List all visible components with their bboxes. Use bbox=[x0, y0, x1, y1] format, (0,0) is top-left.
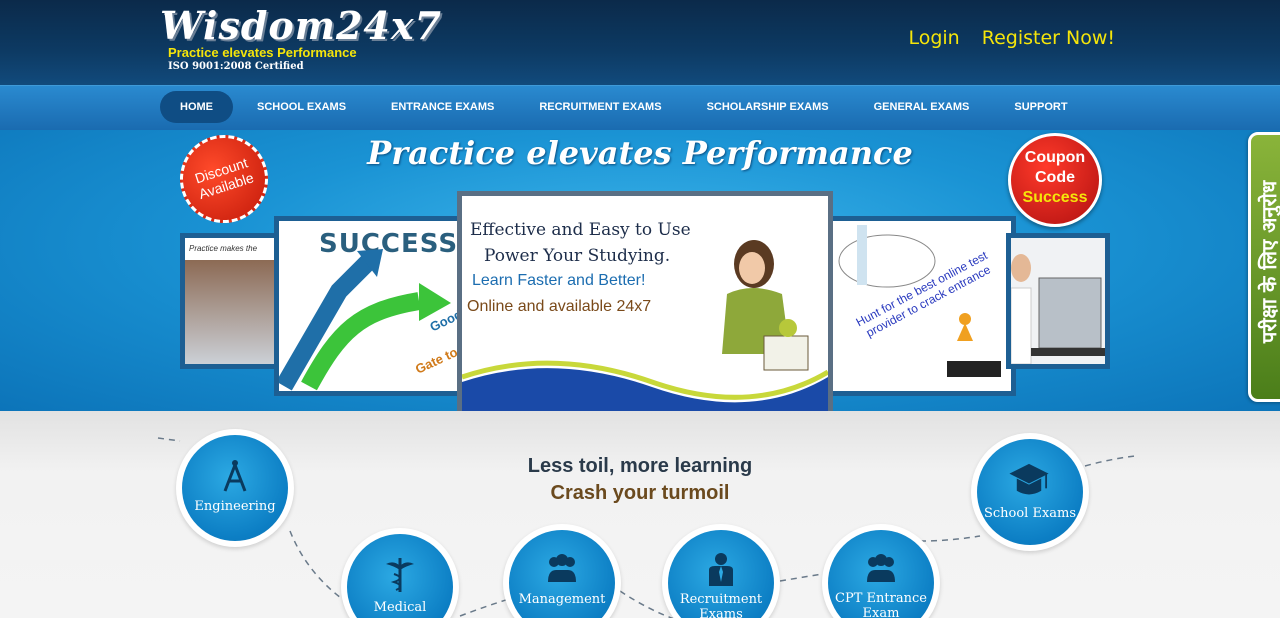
compass-icon bbox=[223, 460, 247, 492]
slide3-line2: Power Your Studying. bbox=[484, 246, 671, 266]
nav-item-scholarship-exams[interactable]: SCHOLARSHIP EXAMS bbox=[686, 91, 850, 123]
category-medical-disc: Medical bbox=[347, 534, 453, 618]
category-recruitment-label: Recruitment Exams bbox=[679, 592, 763, 618]
doctor-laptop-image bbox=[1011, 238, 1105, 364]
categories-section: Less toil, more learning Crash your turm… bbox=[0, 411, 1280, 618]
coupon-line3: Success bbox=[1022, 189, 1088, 206]
people-group-icon bbox=[548, 554, 576, 582]
slide3-line4: Online and available 24x7 bbox=[467, 298, 652, 315]
category-recruitment-disc: Recruitment Exams bbox=[668, 530, 774, 618]
category-school-disc: School Exams bbox=[977, 439, 1083, 545]
wave-graphic bbox=[462, 360, 828, 411]
category-engineering[interactable]: Engineering bbox=[176, 429, 294, 547]
slide3-line1: Effective and Easy to Use bbox=[470, 220, 691, 240]
category-medical-label: Medical bbox=[373, 600, 427, 615]
caduceus-icon bbox=[386, 558, 414, 592]
logo-brand: Wisdom24x7 bbox=[160, 3, 442, 48]
category-cpt-label: CPT Entrance Exam bbox=[835, 591, 927, 618]
logo-certification: ISO 9001:2008 Certified bbox=[168, 61, 304, 72]
nav-item-school-exams[interactable]: SCHOOL EXAMS bbox=[236, 91, 367, 123]
category-engineering-label: Engineering bbox=[194, 499, 276, 514]
exam-request-tab[interactable]: परीक्षा के लिए अनुरोध bbox=[1248, 132, 1280, 402]
exam-request-label: परीक्षा के लिए अनुरोध bbox=[1257, 180, 1280, 344]
site-header: Wisdom24x7 Practice elevates Performance… bbox=[0, 0, 1280, 85]
category-school-label: School Exams bbox=[983, 506, 1077, 521]
logo-tagline: Practice elevates Performance bbox=[168, 45, 357, 60]
nav-item-general-exams[interactable]: GENERAL EXAMS bbox=[853, 91, 991, 123]
register-link[interactable]: Register Now! bbox=[982, 27, 1115, 49]
carousel-slide-3[interactable]: Effective and Easy to Use Power Your Stu… bbox=[457, 191, 833, 411]
carousel-slide-2[interactable]: SUCCESS Good Gate to bbox=[274, 216, 464, 396]
main-nav: HOME SCHOOL EXAMS ENTRANCE EXAMS RECRUIT… bbox=[0, 85, 1280, 130]
coupon-line1: Coupon bbox=[1024, 149, 1086, 166]
slide3-line3: Learn Faster and Better! bbox=[472, 272, 646, 289]
hero-banner: Practice elevates Performance Discount A… bbox=[0, 130, 1280, 411]
coupon-line2: Code bbox=[1035, 169, 1075, 186]
nav-item-support[interactable]: SUPPORT bbox=[993, 91, 1088, 123]
nav-item-entrance-exams[interactable]: ENTRANCE EXAMS bbox=[370, 91, 515, 123]
nav-item-home[interactable]: HOME bbox=[160, 91, 233, 123]
auth-links: Login Register Now! bbox=[908, 27, 1115, 49]
category-management-disc: Management bbox=[509, 530, 615, 618]
category-engineering-disc: Engineering bbox=[182, 435, 288, 541]
businessman-icon bbox=[709, 553, 733, 586]
login-link[interactable]: Login bbox=[908, 27, 959, 49]
nav-item-recruitment-exams[interactable]: RECRUITMENT EXAMS bbox=[518, 91, 682, 123]
classroom-image bbox=[185, 260, 285, 364]
logo[interactable]: Wisdom24x7 Practice elevates Performance… bbox=[160, 6, 442, 73]
people-group-icon bbox=[867, 554, 895, 582]
category-school-exams[interactable]: School Exams bbox=[971, 433, 1089, 551]
carousel-slide-4[interactable]: Hunt for the best online test provider t… bbox=[822, 216, 1016, 396]
graduation-cap-icon bbox=[1009, 463, 1049, 495]
category-management-label: Management bbox=[518, 592, 606, 607]
category-cpt-disc: CPT Entrance Exam bbox=[828, 530, 934, 618]
slide1-caption: Practice makes the bbox=[185, 238, 285, 259]
carousel-slide-5[interactable] bbox=[1006, 233, 1110, 369]
coupon-badge[interactable]: Coupon Code Success bbox=[1008, 133, 1102, 227]
